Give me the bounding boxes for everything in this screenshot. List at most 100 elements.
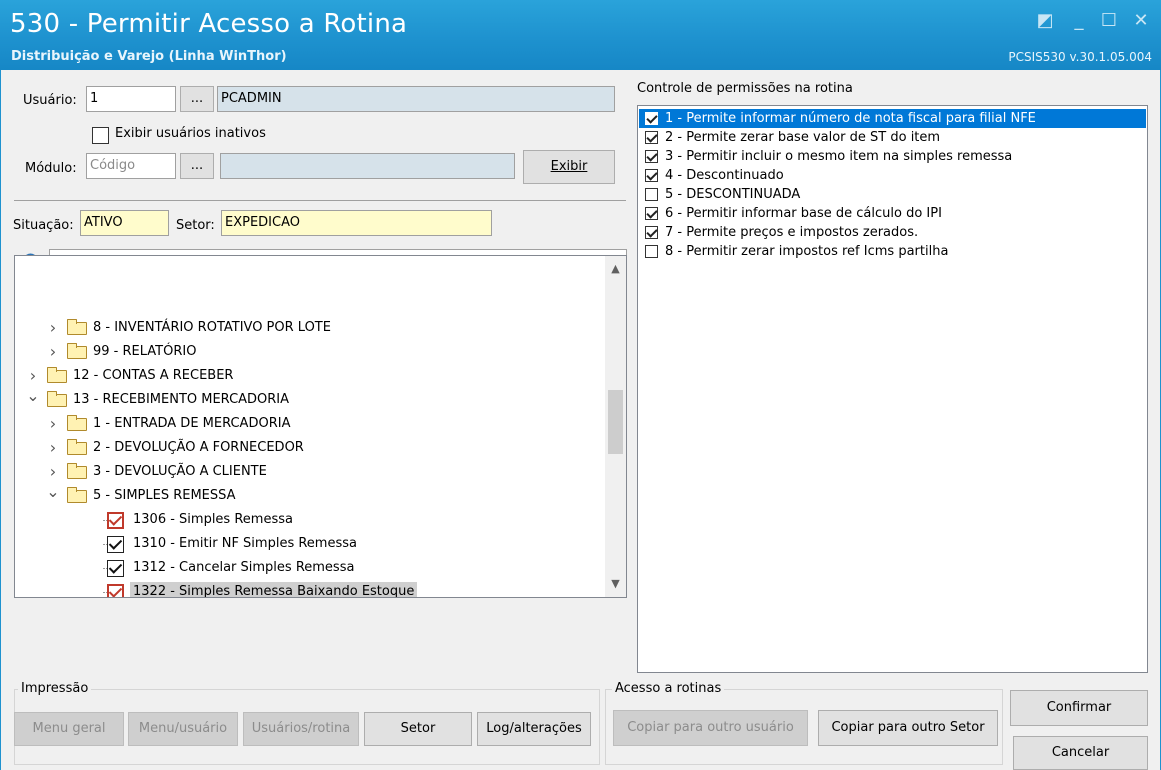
scroll-up-icon[interactable]: ▲ xyxy=(605,256,626,282)
permission-checkbox[interactable] xyxy=(645,150,658,163)
tree-item-label: 2 - DEVOLUÇÃO A FORNECEDOR xyxy=(93,440,304,455)
modulo-name-field xyxy=(220,153,515,179)
folder-icon xyxy=(67,439,87,455)
tree-folder-item[interactable]: › 12 - CONTAS A RECEBER xyxy=(15,364,605,388)
permission-item[interactable]: 7 - Permite preços e impostos zerados. xyxy=(639,223,1146,242)
tree-item-label: 1312 - Cancelar Simples Remessa xyxy=(133,560,355,575)
tree-leaf-item[interactable]: 1312 - Cancelar Simples Remessa xyxy=(15,556,605,580)
usuarios-rotina-button[interactable]: Usuários/rotina xyxy=(243,712,359,746)
tree-scrollbar[interactable]: ▲ ▼ xyxy=(605,256,626,597)
usuario-lookup-button[interactable]: ... xyxy=(180,86,214,112)
tree-item-checkbox[interactable] xyxy=(107,560,124,577)
permission-label: 3 - Permitir incluir o mesmo item na sim… xyxy=(665,149,1013,164)
window-title: 530 - Permitir Acesso a Rotina xyxy=(10,9,408,39)
permission-item[interactable]: 2 - Permite zerar base valor de ST do it… xyxy=(639,128,1146,147)
chevron-right-icon[interactable]: › xyxy=(46,412,60,436)
folder-icon xyxy=(67,487,87,503)
tree-folder-item[interactable]: › 1 - ENTRADA DE MERCADORIA xyxy=(15,412,605,436)
tree-item-checkbox[interactable] xyxy=(107,512,124,529)
permission-checkbox[interactable] xyxy=(645,131,658,144)
tree-folder-item[interactable]: ⌄ 13 - RECEBIMENTO MERCADORIA xyxy=(15,386,605,412)
permission-checkbox[interactable] xyxy=(645,207,658,220)
exibir-button[interactable]: Exibir xyxy=(523,150,615,184)
situacao-label: Situação: xyxy=(13,218,74,233)
confirmar-button[interactable]: Confirmar xyxy=(1010,690,1148,726)
situacao-field: ATIVO xyxy=(80,210,169,236)
scroll-thumb[interactable] xyxy=(608,390,623,454)
permission-checkbox[interactable] xyxy=(645,112,658,125)
permission-label: 4 - Descontinuado xyxy=(665,168,784,183)
tree-item-label: 99 - RELATÓRIO xyxy=(93,344,197,359)
menu-geral-button[interactable]: Menu geral xyxy=(14,712,124,746)
setor-button[interactable]: Setor xyxy=(364,712,472,746)
tree-folder-item[interactable]: › 2 - DEVOLUÇÃO A FORNECEDOR xyxy=(15,436,605,460)
copiar-setor-button[interactable]: Copiar para outro Setor xyxy=(818,710,998,746)
tree-item-label: 8 - INVENTÁRIO ROTATIVO POR LOTE xyxy=(93,320,331,335)
folder-icon xyxy=(67,343,87,359)
menu-usuario-button[interactable]: Menu/usuário xyxy=(128,712,238,746)
confirmar-label: Confirmar xyxy=(1046,700,1112,715)
maximize-icon[interactable]: ☐ xyxy=(1098,10,1120,32)
window-subtitle: Distribuição e Varejo (Linha WinThor) xyxy=(11,49,287,64)
tree-item-label: 5 - SIMPLES REMESSA xyxy=(93,488,236,503)
minimize-icon[interactable]: _ xyxy=(1068,10,1090,32)
restore-icon[interactable]: ◩ xyxy=(1034,10,1056,32)
scroll-down-icon[interactable]: ▼ xyxy=(605,572,626,596)
permission-item[interactable]: 4 - Descontinuado xyxy=(639,166,1146,185)
permission-checkbox[interactable] xyxy=(645,188,658,201)
chevron-down-icon[interactable]: ⌄ xyxy=(46,480,60,504)
impressao-title: Impressão xyxy=(18,681,92,696)
chevron-down-icon[interactable]: ⌄ xyxy=(26,384,40,408)
acesso-title: Acesso a rotinas xyxy=(612,681,725,696)
tree-item-label: 12 - CONTAS A RECEBER xyxy=(73,368,234,383)
tree-folder-item[interactable]: › 3 - DEVOLUÇÃO A CLIENTE xyxy=(15,460,605,484)
tree-folder-item[interactable]: ⌄ 5 - SIMPLES REMESSA xyxy=(15,482,605,508)
tree-folder-item[interactable]: › 8 - INVENTÁRIO ROTATIVO POR LOTE xyxy=(15,316,605,340)
folder-icon xyxy=(47,367,67,383)
permission-label: 1 - Permite informar número de nota fisc… xyxy=(665,111,1036,126)
permissions-title: Controle de permissões na rotina xyxy=(637,81,853,96)
copiar-usuario-button[interactable]: Copiar para outro usuário xyxy=(613,710,808,746)
tree-item-label: 3 - DEVOLUÇÃO A CLIENTE xyxy=(93,464,267,479)
divider xyxy=(14,200,626,201)
chevron-right-icon[interactable]: › xyxy=(46,436,60,460)
permission-item[interactable]: 8 - Permitir zerar impostos ref Icms par… xyxy=(639,242,1146,261)
cancelar-button[interactable]: Cancelar xyxy=(1013,736,1148,770)
tree-leaf-item[interactable]: 1306 - Simples Remessa xyxy=(15,508,605,532)
routine-tree[interactable]: › 8 - INVENTÁRIO ROTATIVO POR LOTE › 99 - R… xyxy=(14,255,627,598)
folder-icon xyxy=(47,391,67,407)
permission-item[interactable]: 5 - DESCONTINUADA xyxy=(639,185,1146,204)
permission-checkbox[interactable] xyxy=(645,226,658,239)
tree-item-checkbox[interactable] xyxy=(107,584,124,597)
tree-item-label: 1306 - Simples Remessa xyxy=(133,512,293,527)
permission-checkbox[interactable] xyxy=(645,169,658,182)
close-icon[interactable]: ✕ xyxy=(1130,10,1152,32)
usuario-name-field: PCADMIN xyxy=(217,86,615,112)
permissions-list[interactable]: 1 - Permite informar número de nota fisc… xyxy=(637,105,1148,673)
setor-field: EXPEDICAO xyxy=(221,210,492,236)
modulo-lookup-button[interactable]: ... xyxy=(180,153,214,179)
permission-label: 6 - Permitir informar base de cálculo do… xyxy=(665,206,942,221)
chevron-right-icon[interactable]: › xyxy=(46,340,60,364)
tree-leaf-item[interactable]: 1310 - Emitir NF Simples Remessa xyxy=(15,532,605,556)
permission-checkbox[interactable] xyxy=(645,245,658,258)
permission-item[interactable]: 3 - Permitir incluir o mesmo item na sim… xyxy=(639,147,1146,166)
log-alteracoes-button[interactable]: Log/alterações xyxy=(477,712,591,746)
modulo-label: Módulo: xyxy=(25,161,77,176)
modulo-code-field[interactable]: Código xyxy=(86,153,176,179)
permission-label: 7 - Permite preços e impostos zerados. xyxy=(665,225,919,240)
permission-label: 2 - Permite zerar base valor de ST do it… xyxy=(665,130,941,145)
tree-item-checkbox[interactable] xyxy=(107,536,124,553)
usuario-code-field[interactable]: 1 xyxy=(86,86,176,112)
folder-icon xyxy=(67,415,87,431)
permission-item[interactable]: 1 - Permite informar número de nota fisc… xyxy=(639,109,1146,128)
chevron-right-icon[interactable]: › xyxy=(46,316,60,340)
tree-item-label: 13 - RECEBIMENTO MERCADORIA xyxy=(73,392,290,407)
tree-folder-item[interactable]: › 99 - RELATÓRIO xyxy=(15,340,605,364)
inativos-checkbox[interactable] xyxy=(92,127,109,144)
permission-item[interactable]: 6 - Permitir informar base de cálculo do… xyxy=(639,204,1146,223)
tree-item-label: 1310 - Emitir NF Simples Remessa xyxy=(133,536,357,551)
tree-item-label: 1322 - Simples Remessa Baixando Estoque xyxy=(130,582,418,597)
cancelar-label: Cancelar xyxy=(1051,745,1110,760)
tree-leaf-item[interactable]: 1322 - Simples Remessa Baixando Estoque xyxy=(15,580,605,597)
